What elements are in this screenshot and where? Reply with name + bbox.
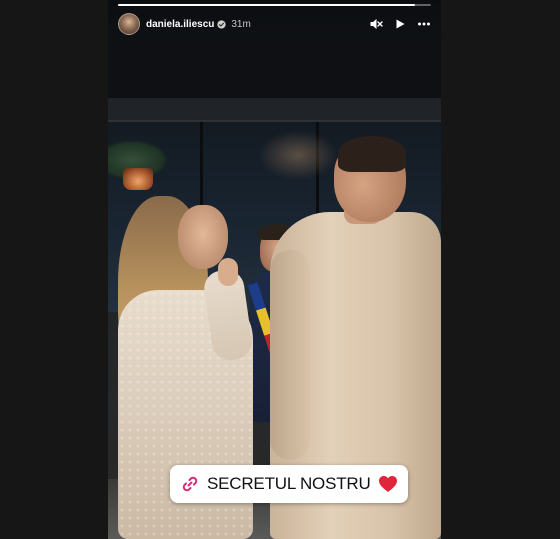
verified-badge-icon (217, 19, 227, 29)
scene-light-glow (258, 130, 338, 180)
profile-avatar[interactable] (118, 13, 140, 35)
story-viewer[interactable]: daniela.iliescu 31m SECRETUL NOSTRU (108, 0, 441, 539)
scene-ceiling (108, 40, 441, 100)
heart-icon (378, 476, 397, 492)
bride-face (178, 205, 228, 269)
scene-window-frame (108, 98, 441, 122)
username[interactable]: daniela.iliescu (146, 19, 214, 30)
story-progress-bar (118, 4, 431, 6)
story-controls (369, 17, 431, 31)
groom-hair (338, 136, 406, 172)
link-icon (180, 474, 200, 494)
play-icon[interactable] (393, 17, 407, 31)
groom-arm (270, 250, 310, 460)
bride-hand (218, 258, 238, 286)
sticker-text: SECRETUL NOSTRU (207, 474, 371, 493)
muted-speaker-icon[interactable] (369, 17, 383, 31)
more-options-icon[interactable] (417, 17, 431, 31)
story-progress-fill (118, 4, 416, 6)
link-sticker[interactable]: SECRETUL NOSTRU (170, 465, 408, 503)
story-timestamp: 31m (231, 18, 251, 30)
scene-lamp (123, 168, 153, 190)
story-header: daniela.iliescu 31m (108, 10, 441, 38)
